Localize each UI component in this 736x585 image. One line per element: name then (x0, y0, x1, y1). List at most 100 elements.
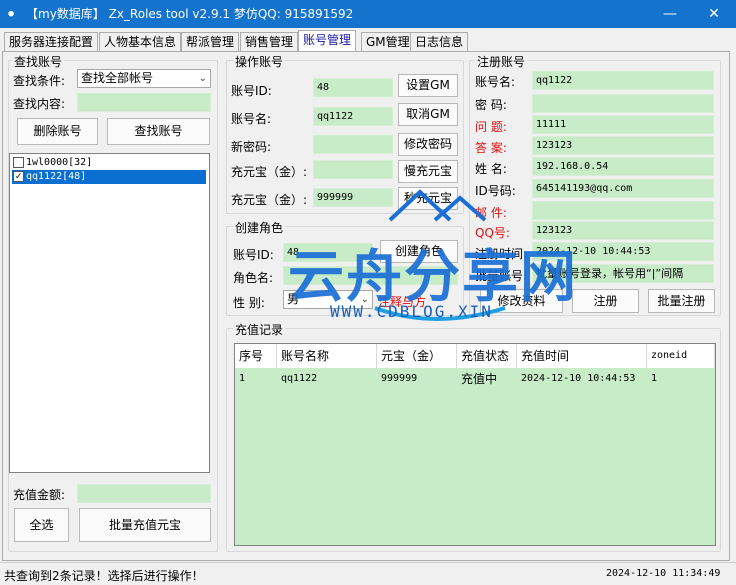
search-account-button[interactable]: 查找账号 (107, 118, 210, 145)
reg-question-field[interactable]: 11111 (532, 115, 714, 134)
recharge-yuanbao-label: 充元宝（金）: (231, 165, 308, 179)
app-icon: ⚫ (6, 7, 17, 21)
records-group-title: 充值记录 (233, 321, 286, 338)
cancel-gm-button[interactable]: 取消GM (398, 103, 458, 126)
tab-guild[interactable]: 帮派管理 (181, 32, 240, 52)
select-all-button[interactable]: 全选 (14, 508, 69, 542)
reg-id-label: ID号码: (475, 184, 516, 198)
column-header[interactable]: 充值时间 (517, 344, 647, 368)
account-list[interactable]: 1wl0000[32] ✓ qq1122[48] (9, 153, 210, 473)
create-role-button[interactable]: 创建角色 (380, 240, 458, 263)
condition-select-value: 查找全部帐号 (81, 71, 154, 85)
account-name-label: 账号名: (231, 112, 272, 126)
fast-recharge-button[interactable]: 秒充元宝 (398, 187, 458, 210)
table-header: 序号 账号名称 元宝（金） 充值状态 充值时间 zoneid (235, 344, 715, 368)
tab-character-info[interactable]: 人物基本信息 (99, 32, 182, 52)
cell-status: 充值中 (461, 372, 498, 386)
tab-account-manage[interactable]: 账号管理 (298, 30, 357, 52)
role-account-id-field[interactable]: 48 (283, 243, 373, 262)
column-header[interactable]: 账号名称 (277, 344, 377, 368)
search-content-input[interactable] (77, 93, 211, 112)
condition-select[interactable]: 查找全部帐号 ⌄ (77, 69, 211, 88)
search-group-title: 查找账号 (12, 53, 65, 70)
reg-id-field[interactable]: 645141193@qq.com (532, 179, 714, 198)
tab-log-info[interactable]: 日志信息 (410, 32, 469, 52)
cell-yuanbao: 999999 (381, 373, 418, 384)
operate-group-title: 操作账号 (233, 53, 286, 70)
new-password-label: 新密码: (231, 140, 272, 154)
list-item[interactable]: ✓ qq1122[48] (12, 170, 206, 184)
reg-password-field[interactable] (532, 94, 714, 113)
column-header[interactable]: 元宝（金） (377, 344, 457, 368)
sex-select[interactable]: 男 ⌄ (283, 290, 373, 309)
account-name-field[interactable]: qq1122 (313, 107, 393, 126)
column-header[interactable]: 充值状态 (457, 344, 517, 368)
window-title: 【my数据库】 Zx_Roles tool v2.9.1 梦仿QQ: 91589… (26, 7, 354, 21)
records-table[interactable]: 序号 账号名称 元宝（金） 充值状态 充值时间 zoneid 1 qq1122 … (234, 343, 716, 546)
reg-name-field[interactable]: qq1122 (532, 71, 714, 90)
reg-qq-label: QQ号: (475, 226, 510, 240)
role-name-field[interactable] (283, 266, 458, 285)
reg-password-label: 密 码: (475, 98, 507, 112)
new-password-field[interactable] (313, 135, 393, 154)
change-password-button[interactable]: 修改密码 (398, 133, 458, 156)
reg-time-field[interactable]: 2024-12-10 10:44:53 (532, 242, 714, 261)
cell-time: 2024-12-10 10:44:53 (521, 373, 636, 384)
close-button[interactable]: ✕ (692, 0, 736, 28)
reg-time-label: 注册时间: (475, 247, 528, 261)
register-group-title: 注册账号 (475, 53, 528, 70)
slow-recharge-button[interactable]: 慢充元宝 (398, 160, 458, 183)
cell-index: 1 (239, 373, 246, 384)
status-time: 2024-12-10 11:34:49 (606, 568, 721, 579)
note-text: 注释与方 (378, 295, 427, 309)
create-role-group-title: 创建角色 (233, 219, 286, 236)
role-account-id-label: 账号ID: (233, 248, 274, 262)
account-id-field[interactable]: 48 (313, 78, 393, 97)
chevron-down-icon: ⌄ (360, 294, 369, 305)
checkbox[interactable] (13, 157, 24, 168)
edit-info-button[interactable]: 修改资料 (480, 289, 563, 313)
status-message: 共查询到2条记录！选择后进行操作！ (4, 569, 204, 583)
reg-answer-label: 答 案: (475, 141, 507, 155)
sex-label: 性 别: (233, 296, 265, 310)
recharge-amount-input[interactable] (77, 484, 211, 503)
column-header[interactable]: zoneid (647, 344, 715, 368)
batch-recharge-button[interactable]: 批量充值元宝 (79, 508, 211, 542)
recharge-yuanbao-label-2: 充元宝（金）: (231, 193, 308, 207)
batch-account-field[interactable]: 批量账号登录，帐号用“|”间隔 (532, 264, 714, 283)
cell-account: qq1122 (281, 373, 318, 384)
register-button[interactable]: 注册 (572, 289, 639, 313)
condition-label: 查找条件: (13, 74, 66, 88)
column-header[interactable]: 序号 (235, 344, 277, 368)
reg-realname-label: 姓 名: (475, 162, 507, 176)
reg-realname-field[interactable]: 192.168.0.54 (532, 157, 714, 176)
tab-gm-manage[interactable]: GM管理 (361, 32, 415, 52)
cell-zoneid: 1 (651, 373, 658, 384)
list-item[interactable]: 1wl0000[32] (12, 156, 206, 170)
batch-account-label: 批量账号: (475, 269, 528, 283)
list-item-label: qq1122[48] (26, 171, 87, 182)
sex-select-value: 男 (287, 292, 300, 306)
chevron-down-icon: ⌄ (198, 73, 207, 84)
status-bar: 共查询到2条记录！选择后进行操作！ 2024-12-10 11:34:49 (0, 562, 736, 585)
delete-account-button[interactable]: 删除账号 (17, 118, 98, 145)
set-gm-button[interactable]: 设置GM (398, 74, 458, 97)
recharge-yuanbao-field[interactable] (313, 160, 393, 179)
content-label: 查找内容: (13, 97, 66, 111)
reg-email-label: 邮 件: (475, 206, 507, 220)
checkbox-checked[interactable]: ✓ (13, 171, 24, 182)
batch-register-button[interactable]: 批量注册 (648, 289, 715, 313)
tab-sales[interactable]: 销售管理 (240, 32, 299, 52)
tab-strip: 服务器连接配置 人物基本信息 帮派管理 销售管理 账号管理 GM管理 日志信息 (0, 30, 736, 52)
reg-qq-field[interactable]: 123123 (532, 221, 714, 240)
title-bar[interactable]: ⚫ 【my数据库】 Zx_Roles tool v2.9.1 梦仿QQ: 915… (0, 0, 736, 28)
tab-server-config[interactable]: 服务器连接配置 (4, 32, 99, 52)
minimize-button[interactable]: — (648, 0, 692, 28)
reg-question-label: 问 题: (475, 120, 507, 134)
account-id-label: 账号ID: (231, 84, 272, 98)
recharge-yuanbao-field-2[interactable]: 999999 (313, 188, 393, 207)
reg-name-label: 账号名: (475, 75, 516, 89)
role-name-label: 角色名: (233, 271, 274, 285)
reg-email-field[interactable] (532, 201, 714, 220)
reg-answer-field[interactable]: 123123 (532, 136, 714, 155)
